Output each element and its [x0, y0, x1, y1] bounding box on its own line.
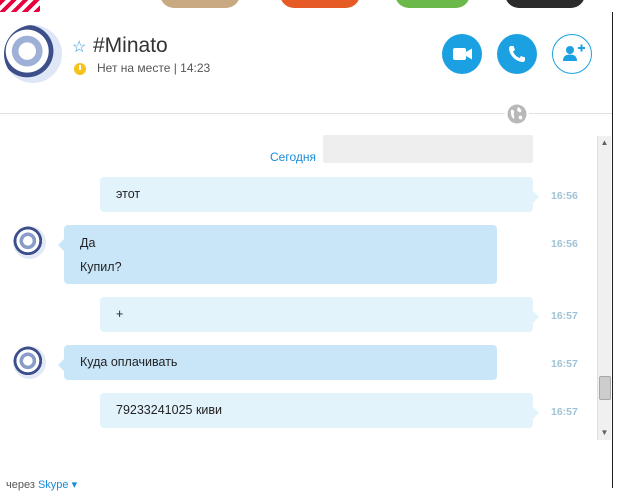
- contact-avatar-small[interactable]: [13, 226, 46, 259]
- video-call-button[interactable]: [442, 34, 482, 74]
- audio-call-button[interactable]: [497, 34, 537, 74]
- window-edge: [612, 12, 623, 488]
- add-people-button[interactable]: [552, 34, 592, 74]
- message-timestamp: 16:56: [551, 190, 578, 202]
- contact-avatar-small[interactable]: [13, 346, 46, 379]
- add-person-icon: [563, 44, 585, 61]
- striped-decoration: [0, 0, 40, 12]
- service-label: Skype: [37, 479, 69, 491]
- globe-icon[interactable]: [505, 102, 529, 126]
- incoming-message-bubble[interactable]: Да Купил?: [58, 225, 497, 284]
- message-timestamp: 16:56: [551, 238, 578, 250]
- background-thumbnail: [505, 0, 585, 8]
- contact-avatar[interactable]: [4, 25, 62, 83]
- message-text: Куда оплачивать: [80, 355, 178, 369]
- incoming-message-bubble[interactable]: Куда оплачивать: [58, 345, 497, 380]
- outgoing-message-bubble[interactable]: 79233241025 киви: [100, 393, 539, 428]
- message-timestamp: 16:57: [551, 310, 578, 322]
- scrollbar-thumb[interactable]: [599, 376, 611, 400]
- message-timestamp: 16:57: [551, 358, 578, 370]
- conversation-footer: через Skype ▾: [6, 478, 77, 491]
- message-text: +: [116, 307, 124, 321]
- service-selector[interactable]: Skype ▾: [38, 479, 77, 491]
- message-text: Да: [80, 236, 96, 250]
- message-text: этот: [116, 187, 141, 201]
- vertical-scrollbar[interactable]: ▲ ▼: [597, 136, 611, 440]
- star-outline-icon[interactable]: ☆: [72, 37, 86, 57]
- scroll-down-arrow-icon[interactable]: ▼: [598, 426, 611, 440]
- scroll-up-arrow-icon[interactable]: ▲: [598, 136, 611, 150]
- conversation-header: ☆ #Minato Нет на месте | 14:23: [0, 12, 612, 112]
- message-text: Купил?: [80, 260, 122, 274]
- phone-icon: [509, 46, 525, 62]
- message-list[interactable]: Сегодня этот 16:56 Да Купил? 16:56 + 16:…: [0, 127, 612, 447]
- background-thumbnail: [160, 0, 240, 8]
- background-strip: [0, 0, 623, 12]
- video-camera-icon: [453, 48, 472, 60]
- presence-status: Нет на месте | 14:23: [97, 61, 211, 75]
- message-text: 79233241025 киви: [116, 403, 223, 417]
- clock-icon: [74, 63, 86, 75]
- message-timestamp: 16:57: [551, 406, 578, 418]
- contact-name[interactable]: #Minato: [93, 34, 168, 58]
- via-label: через: [6, 479, 35, 491]
- date-separator: Сегодня: [270, 150, 316, 164]
- background-thumbnail: [395, 0, 470, 8]
- outgoing-message-bubble[interactable]: +: [100, 297, 539, 332]
- chevron-down-icon: ▾: [71, 479, 78, 491]
- background-thumbnail: [280, 0, 360, 8]
- blurred-region: [323, 135, 533, 163]
- outgoing-message-bubble[interactable]: этот: [100, 177, 539, 212]
